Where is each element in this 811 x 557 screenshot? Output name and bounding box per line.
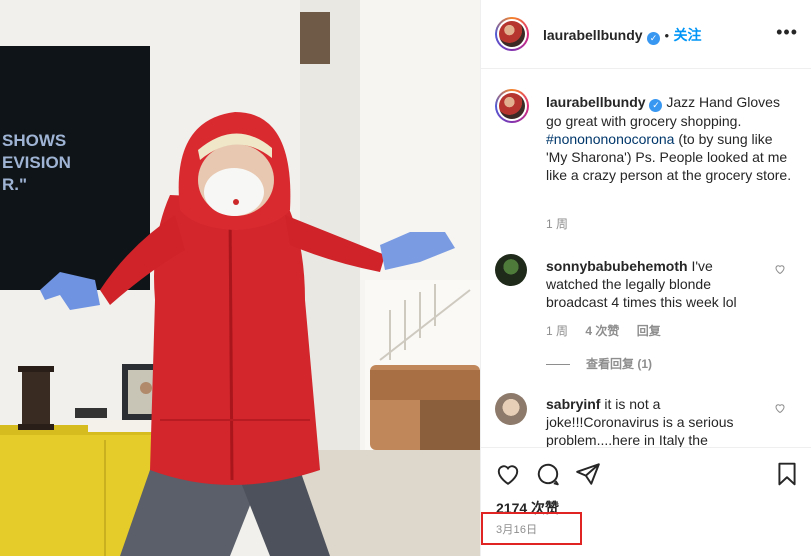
author-username[interactable]: laurabellbundy [543,27,643,43]
tv-text-1: SHOWS [2,131,66,150]
more-options-icon[interactable]: ••• [776,22,798,43]
view-replies-label: 查看回复 (1) [586,357,653,371]
caption-username[interactable]: laurabellbundy [546,94,646,110]
comment-username[interactable]: sabryinf [546,396,600,412]
caption-text: laurabellbundy ✓ Jazz Hand Gloves go gre… [546,93,796,184]
author-avatar[interactable] [495,17,529,51]
post-side-panel: laurabellbundy ✓ • 关注 ••• laurabellbundy… [480,0,811,556]
share-send-icon[interactable] [575,461,601,487]
comments-feed[interactable]: laurabellbundy ✓ Jazz Hand Gloves go gre… [481,69,811,447]
comment-likes[interactable]: 4 次赞 [585,324,619,338]
like-heart-icon[interactable] [495,461,521,487]
dot-separator: • [664,28,670,43]
comment-bubble-icon[interactable] [535,461,561,487]
verified-badge-icon: ✓ [647,32,661,45]
post-header: laurabellbundy ✓ • 关注 ••• [481,0,811,69]
bookmark-icon[interactable] [774,461,800,487]
follow-button[interactable]: 关注 [674,27,702,43]
comment-reply-button[interactable]: 回复 [637,324,661,338]
verified-badge-icon: ✓ [649,99,663,112]
commenter-avatar[interactable] [495,393,527,425]
comment-time[interactable]: 1 周 [546,324,568,338]
divider-line [546,364,570,366]
caption-hashtag[interactable]: #nononononocorona [546,131,674,147]
comment-like-icon[interactable] [774,402,786,414]
view-replies-button[interactable]: 查看回复 (1) [546,355,652,372]
comment-text: sabryinf it is not a joke!!!Coronavirus … [546,395,746,447]
comment-username[interactable]: sonnybabubehemoth [546,258,688,274]
tv-text-3: R." [2,175,27,194]
tv-text-2: EVISION [2,153,71,172]
commenter-avatar[interactable] [495,254,527,286]
post-photo[interactable]: SHOWS EVISION R." [0,0,480,556]
comment-text: sonnybabubehemoth I've watched the legal… [546,257,761,311]
comment-meta: 1 周 4 次赞 回复 [546,322,661,339]
comment-like-icon[interactable] [774,263,786,275]
photo-scene: SHOWS EVISION R." [0,0,480,556]
caption-avatar[interactable] [495,89,529,123]
caption-time[interactable]: 1 周 [546,215,568,232]
highlight-box [481,512,582,545]
